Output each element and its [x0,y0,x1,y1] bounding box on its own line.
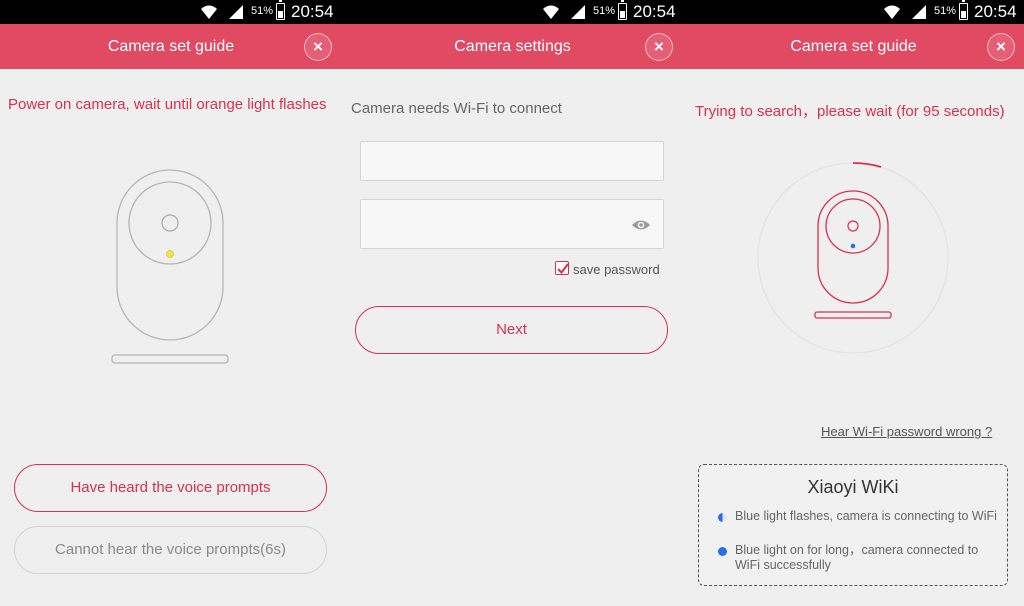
title-bar: Camera set guide × [683,24,1024,69]
checkmark-icon [557,263,569,275]
instruction-text: Power on camera, wait until orange light… [8,96,327,113]
xiaoyi-wiki-panel: Xiaoyi WiKi Blue light flashes, camera i… [698,464,1008,586]
camera-set-guide-screen: 51% 20:54 Camera set guide × Power on ca… [0,0,342,606]
wiki-item-text: Blue light on for long，camera connected … [735,543,979,572]
save-password-label[interactable]: save password [573,262,660,277]
heard-voice-prompts-button[interactable]: Have heard the voice prompts [14,464,327,512]
battery-percent: 51% [251,5,274,17]
battery-percent: 51% [934,5,957,17]
battery-icon [276,0,285,20]
close-button[interactable]: × [304,33,332,61]
half-blue-dot-icon [718,513,727,522]
blue-dot-icon [718,547,727,556]
instruction-text: Trying to search，please wait (for 95 sec… [695,103,1005,120]
wifi-password-input[interactable] [360,199,664,249]
cannot-hear-voice-prompts-button[interactable]: Cannot hear the voice prompts(6s) [14,526,327,574]
signal-icon [912,5,926,19]
wifi-icon [884,5,900,19]
wiki-item: Blue light flashes, camera is connecting… [718,509,1005,524]
orange-light-indicator [166,250,174,258]
instruction-text: Camera needs Wi-Fi to connect [351,100,562,117]
camera-settings-screen: 51% 20:54 Camera settings × Camera needs… [342,0,683,606]
wiki-item-text: Blue light flashes, camera is connecting… [735,509,997,523]
signal-icon [229,5,243,19]
wifi-icon [543,5,559,19]
blue-light-indicator [850,243,856,249]
clock: 20:54 [633,2,676,21]
camera-illustration [111,169,229,364]
wifi-password-wrong-link[interactable]: Hear Wi-Fi password wrong ? [821,424,992,439]
wiki-item: Blue light on for long，camera connected … [718,543,1005,573]
wiki-title: Xiaoyi WiKi [807,477,899,497]
battery-icon [959,0,968,20]
signal-icon [571,5,585,19]
camera-search-screen: 51% 20:54 Camera set guide × Trying to s… [683,0,1024,606]
close-icon: × [996,37,1006,56]
screens-container: 51% 20:54 Camera set guide × Power on ca… [0,0,1024,606]
progress-ring-arc [852,162,882,168]
searching-progress-illustration [757,162,949,354]
battery-percent: 51% [593,5,616,17]
page-title: Camera set guide [790,38,917,55]
close-icon: × [654,37,664,56]
close-icon: × [313,37,323,56]
close-button[interactable]: × [645,33,673,61]
next-button[interactable]: Next [355,306,668,354]
title-bar: Camera settings × [342,24,683,69]
status-bar: 51% 20:54 [0,0,342,24]
wifi-icon [201,5,217,19]
camera-icon [814,190,892,319]
clock: 20:54 [974,2,1017,21]
page-title: Camera set guide [107,38,235,55]
show-password-eye-icon[interactable] [631,218,651,232]
status-bar: 51% 20:54 [342,0,683,24]
page-title: Camera settings [454,38,571,55]
status-bar: 51% 20:54 [683,0,1024,24]
close-button[interactable]: × [987,33,1015,61]
wifi-name-input[interactable] [360,141,664,181]
clock: 20:54 [291,2,334,21]
save-password-checkbox[interactable] [555,261,569,275]
title-bar: Camera set guide × [0,24,342,69]
battery-icon [618,0,627,20]
